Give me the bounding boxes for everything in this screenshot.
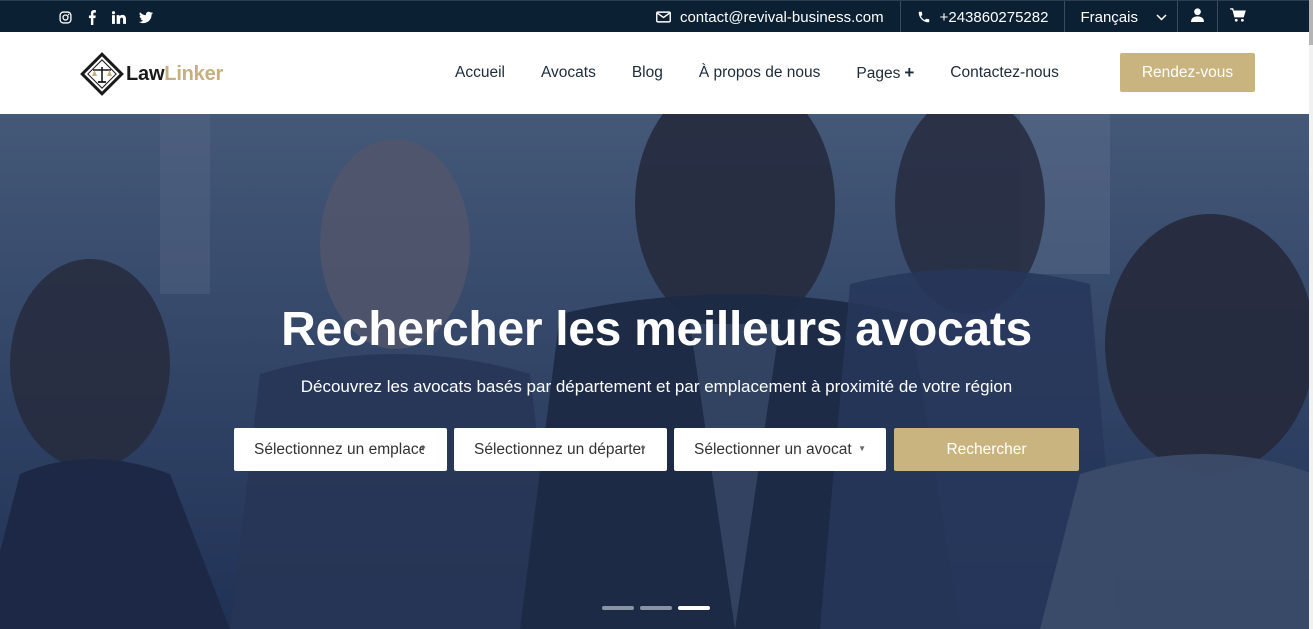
- page-scrollbar[interactable]: [1309, 0, 1313, 629]
- slide-dot-1[interactable]: [602, 606, 634, 610]
- department-select[interactable]: Sélectionnez un département ▼: [454, 428, 667, 471]
- twitter-icon[interactable]: [139, 10, 153, 24]
- logo-linker: Linker: [164, 62, 224, 85]
- account-button[interactable]: [1177, 1, 1217, 33]
- location-select-label: Sélectionnez un emplacement: [254, 440, 424, 458]
- nav-pages-label: Pages: [856, 65, 901, 82]
- caret-down-icon: ▼: [639, 444, 647, 453]
- nav-blog[interactable]: Blog: [614, 64, 681, 82]
- linkedin-icon[interactable]: [112, 10, 126, 24]
- phone-text: +243860275282: [939, 8, 1049, 26]
- social-links: [58, 1, 153, 33]
- logo-wordmark: LawLinker: [126, 63, 223, 86]
- site-logo[interactable]: LawLinker: [79, 51, 223, 97]
- lawyer-search-form: Sélectionnez un emplacement ▼ Sélectionn…: [234, 428, 1079, 471]
- main-header: LawLinker Accueil Avocats Blog À propos …: [0, 32, 1313, 114]
- hero-background-image: [0, 114, 1313, 629]
- instagram-icon[interactable]: [58, 10, 72, 24]
- phone-link[interactable]: +243860275282: [899, 1, 1065, 33]
- caret-down-icon: ▼: [858, 444, 866, 453]
- cart-icon: [1229, 8, 1246, 26]
- hero-section: Rechercher les meilleurs avocats Découvr…: [0, 114, 1313, 629]
- search-button[interactable]: Rechercher: [894, 428, 1079, 471]
- slide-dot-3[interactable]: [678, 606, 710, 610]
- nav-avocats[interactable]: Avocats: [523, 64, 614, 82]
- topbar-contact-area: contact@revival-business.com +2438602752…: [640, 1, 1257, 33]
- top-bar: contact@revival-business.com +2438602752…: [0, 0, 1313, 33]
- scales-logo-icon: [80, 52, 124, 96]
- facebook-icon[interactable]: [85, 9, 99, 25]
- language-label: Français: [1080, 8, 1138, 26]
- lawyer-select-label: Sélectionner un avocat: [694, 440, 852, 458]
- nav-a-propos[interactable]: À propos de nous: [681, 64, 839, 82]
- slider-pagination: [602, 606, 710, 610]
- logo-law: Law: [126, 62, 165, 85]
- nav-pages[interactable]: Pages +: [838, 63, 932, 83]
- plus-icon: +: [904, 63, 915, 82]
- cart-button[interactable]: [1217, 1, 1257, 33]
- hero-subtitle: Découvrez les avocats basés par départem…: [300, 377, 1013, 396]
- main-nav: Accueil Avocats Blog À propos de nous Pa…: [437, 32, 1077, 114]
- language-select[interactable]: Français: [1064, 1, 1177, 33]
- user-icon: [1191, 8, 1204, 26]
- slide-dot-2[interactable]: [640, 606, 672, 610]
- envelope-icon: [656, 11, 671, 23]
- nav-accueil[interactable]: Accueil: [437, 64, 523, 82]
- caret-down-icon: ▼: [419, 444, 427, 453]
- lawyer-select[interactable]: Sélectionner un avocat ▼: [674, 428, 886, 471]
- phone-icon: [917, 10, 931, 24]
- appointment-button[interactable]: Rendez-vous: [1120, 53, 1255, 92]
- chevron-down-icon: [1156, 13, 1167, 21]
- email-link[interactable]: contact@revival-business.com: [640, 1, 900, 33]
- nav-contact[interactable]: Contactez-nous: [932, 64, 1077, 82]
- email-text: contact@revival-business.com: [679, 8, 884, 26]
- scrollbar-thumb[interactable]: [1309, 0, 1313, 45]
- hero-title: Rechercher les meilleurs avocats: [281, 303, 1032, 356]
- location-select[interactable]: Sélectionnez un emplacement ▼: [234, 428, 447, 471]
- department-select-label: Sélectionnez un département: [474, 440, 644, 458]
